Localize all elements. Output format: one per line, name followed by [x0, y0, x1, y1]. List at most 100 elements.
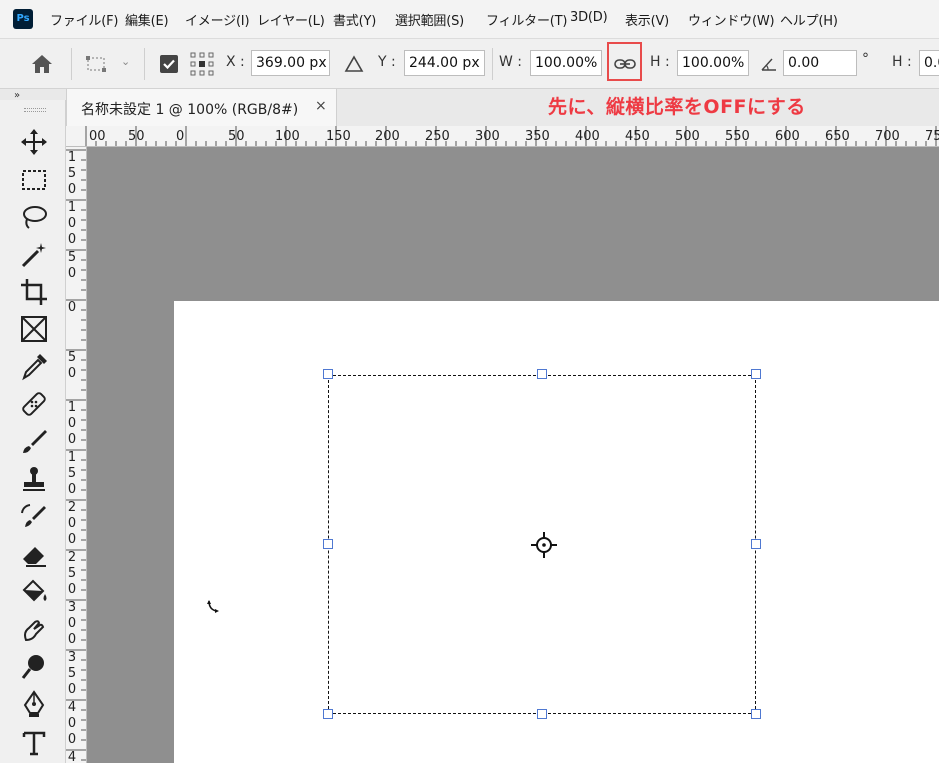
h-label: H :	[650, 54, 670, 70]
ruler-label: 5	[67, 166, 77, 181]
document-tab-title: 名称未設定 1 @ 100% (RGB/8#)	[81, 102, 299, 118]
transform-handle-bottom-right[interactable]	[751, 709, 761, 719]
ruler-label: 0	[67, 300, 77, 315]
chevron-down-icon[interactable]: ⌄	[121, 55, 130, 68]
menu-view[interactable]: 表示(V)	[625, 10, 669, 29]
ruler-label: 0	[67, 682, 77, 697]
frame-tool-icon[interactable]	[18, 313, 50, 345]
ruler-label: 0	[67, 716, 77, 731]
h-skew-field[interactable]: 0.0	[919, 50, 939, 76]
ruler-label: 5	[67, 250, 77, 265]
transform-handle-bottom[interactable]	[537, 709, 547, 719]
photoshop-logo-icon: Ps	[13, 9, 33, 29]
menu-3d[interactable]: 3D(D)	[570, 10, 608, 25]
eyedropper-tool-icon[interactable]	[18, 351, 50, 383]
horizontal-ruler[interactable]: 00 50 0 50 100 150 200 250 300 350 400 4…	[66, 126, 939, 147]
menu-window[interactable]: ウィンドウ(W)	[688, 10, 775, 29]
ruler-label: 0	[67, 432, 77, 447]
width-percent-field[interactable]: 100.00%	[530, 50, 602, 76]
reference-point-crosshair-icon[interactable]	[530, 531, 558, 559]
smudge-tool-icon[interactable]	[18, 614, 50, 646]
link-aspect-ratio-highlight	[607, 42, 642, 81]
ruler-label: 4	[67, 750, 77, 763]
menu-help[interactable]: ヘルプ(H)	[780, 10, 838, 29]
ruler-label: 150	[326, 129, 351, 144]
brush-tool-icon[interactable]	[18, 426, 50, 458]
vertical-ruler[interactable]: 150100500501001502002503003504004	[66, 147, 87, 763]
paint-bucket-tool-icon[interactable]	[18, 576, 50, 608]
rotate-cursor-icon	[207, 600, 219, 613]
options-bar: ⌄ X : 369.00 px Y : 244.00 px W : 100.00…	[0, 38, 939, 88]
ruler-label: 5	[67, 566, 77, 581]
transform-handle-top-right[interactable]	[751, 369, 761, 379]
ruler-label: 400	[575, 129, 600, 144]
menu-file[interactable]: ファイル(F)	[50, 10, 118, 29]
history-brush-tool-icon[interactable]	[18, 501, 50, 533]
y-position-field[interactable]: 244.00 px	[404, 50, 485, 76]
menu-layer[interactable]: レイヤー(L)	[257, 10, 325, 29]
menu-edit[interactable]: 編集(E)	[125, 10, 169, 29]
rotate-angle-field[interactable]: 0.00	[783, 50, 857, 76]
height-percent-field[interactable]: 100.00%	[677, 50, 749, 76]
marquee-tool-icon[interactable]	[18, 164, 50, 196]
ruler-label: 650	[825, 129, 850, 144]
ruler-label: 0	[67, 516, 77, 531]
ruler-label: 5	[67, 666, 77, 681]
reference-point-grid-icon[interactable]	[189, 51, 215, 77]
eraser-tool-icon[interactable]	[18, 539, 50, 571]
ruler-label: 1	[67, 450, 77, 465]
type-tool-icon[interactable]	[18, 727, 50, 759]
x-label: X :	[226, 54, 245, 70]
menu-image[interactable]: イメージ(I)	[185, 10, 250, 29]
transform-preset-icon[interactable]	[85, 54, 109, 74]
transform-handle-right[interactable]	[751, 539, 761, 549]
healing-brush-tool-icon[interactable]	[18, 388, 50, 420]
menu-select[interactable]: 選択範囲(S)	[395, 10, 464, 29]
ruler-label: 0	[67, 366, 77, 381]
ruler-label: 0	[67, 582, 77, 597]
transform-handle-bottom-left[interactable]	[323, 709, 333, 719]
ruler-label: 5	[67, 466, 77, 481]
ruler-label: 2	[67, 500, 77, 515]
transform-handle-top-left[interactable]	[323, 369, 333, 379]
menu-filter[interactable]: フィルター(T)	[486, 10, 567, 29]
ruler-label: 450	[625, 129, 650, 144]
ruler-label: 0	[67, 732, 77, 747]
options-separator	[71, 48, 72, 80]
pen-tool-icon[interactable]	[18, 689, 50, 721]
annotation-text: 先に、縦横比率をOFFにする	[548, 96, 806, 118]
y-label: Y :	[378, 54, 396, 70]
reference-point-checkbox[interactable]	[159, 54, 179, 74]
ruler-label: 600	[775, 129, 800, 144]
magic-wand-tool-icon[interactable]	[18, 239, 50, 271]
ruler-label: 300	[475, 129, 500, 144]
close-icon[interactable]: ×	[315, 98, 327, 114]
ruler-label: 50	[128, 129, 145, 144]
ruler-label: 3	[67, 650, 77, 665]
relative-position-delta-icon[interactable]	[343, 54, 365, 74]
transform-handle-left[interactable]	[323, 539, 333, 549]
ruler-label: 00	[89, 129, 106, 144]
tools-panel	[0, 100, 66, 763]
options-separator	[492, 48, 493, 80]
x-position-field[interactable]: 369.00 px	[251, 50, 330, 76]
transform-handle-top[interactable]	[537, 369, 547, 379]
dodge-tool-icon[interactable]	[18, 651, 50, 683]
ruler-label: 0	[67, 232, 77, 247]
tools-panel-grip[interactable]	[24, 108, 46, 112]
document-tab[interactable]: 名称未設定 1 @ 100% (RGB/8#) ×	[66, 89, 337, 126]
ruler-label: 0	[67, 216, 77, 231]
menu-type[interactable]: 書式(Y)	[333, 10, 376, 29]
move-tool-icon[interactable]	[18, 126, 50, 158]
ruler-label: 0	[67, 416, 77, 431]
options-separator	[144, 48, 145, 80]
ruler-label: 3	[67, 600, 77, 615]
home-icon[interactable]	[30, 53, 54, 75]
ruler-ticks	[85, 126, 937, 146]
ruler-label: 50	[228, 129, 245, 144]
crop-tool-icon[interactable]	[18, 276, 50, 308]
lasso-tool-icon[interactable]	[18, 201, 50, 233]
clone-stamp-tool-icon[interactable]	[18, 464, 50, 496]
ruler-label: 75	[925, 129, 939, 144]
ruler-label: 0	[176, 129, 185, 144]
